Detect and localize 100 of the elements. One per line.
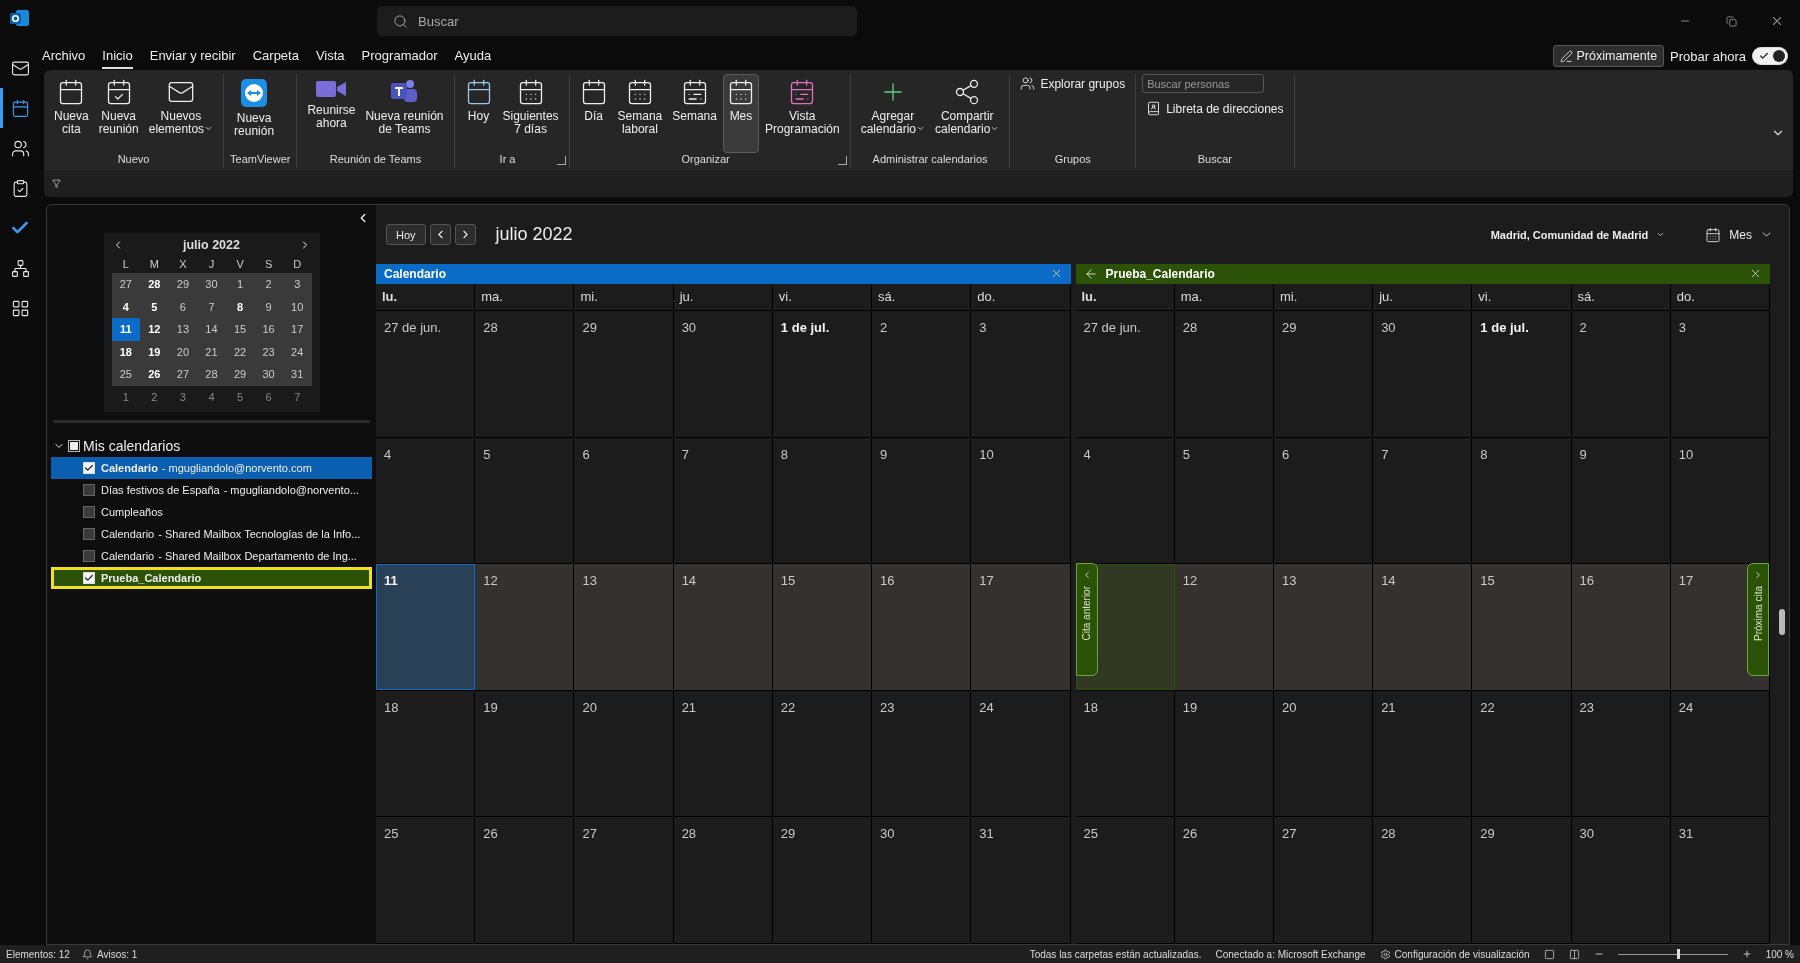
date-cell[interactable]: 3	[168, 385, 198, 408]
day-cell[interactable]: 8	[772, 437, 873, 564]
day-cell[interactable]: 28	[475, 311, 575, 437]
checkbox[interactable]	[68, 440, 80, 452]
day-cell[interactable]: 27 de jun.	[376, 311, 476, 437]
date-cell[interactable]: 15	[225, 318, 255, 341]
day-cell[interactable]: 31	[971, 817, 1071, 943]
day-cell[interactable]: 27	[574, 817, 674, 943]
calendar-list-item[interactable]: Prueba_Calendario	[51, 567, 372, 589]
day-cell[interactable]: 12	[475, 564, 575, 690]
day-cell[interactable]: 26	[475, 817, 575, 943]
day-cell[interactable]: 19	[1174, 690, 1274, 817]
day-cell[interactable]: 14	[673, 564, 773, 690]
close-icon[interactable]	[1749, 267, 1762, 280]
day-cell[interactable]: 22	[772, 690, 873, 817]
day-cell[interactable]: 25	[1075, 817, 1175, 943]
day-cell[interactable]: 6	[574, 437, 674, 564]
day-cell[interactable]: 9	[872, 437, 972, 564]
ribbon-button[interactable]: Mes	[722, 74, 759, 153]
previous-appointment-tab[interactable]: Cita anterior	[1075, 563, 1098, 676]
ribbon-button[interactable]: Semana laboral	[613, 74, 667, 153]
day-cell[interactable]: 27	[1273, 817, 1374, 943]
date-cell[interactable]: 1	[111, 385, 141, 408]
view-dropdown[interactable]: Mes	[1699, 225, 1779, 244]
day-cell[interactable]: 6	[1273, 437, 1374, 564]
day-cell[interactable]: 11	[376, 564, 476, 690]
date-cell[interactable]: 29	[225, 363, 255, 386]
date-cell[interactable]: 10	[282, 295, 312, 318]
date-cell[interactable]: 5	[225, 385, 255, 408]
date-cell[interactable]: 25	[111, 363, 141, 386]
date-cell[interactable]: 4	[197, 385, 226, 408]
date-cell[interactable]: 7	[197, 295, 226, 318]
calendar-list-item[interactable]: Calendario - Shared Mailbox Tecnologías de la Info...	[51, 523, 372, 545]
search-field[interactable]: Buscar personas	[1142, 74, 1265, 93]
ribbon-button[interactable]: Siguientes 7 días	[498, 74, 563, 153]
day-cell[interactable]: 8	[1472, 437, 1572, 564]
day-cell[interactable]: 17 Próxima cita	[1670, 564, 1770, 690]
ribbon-button[interactable]: Semana	[668, 74, 721, 153]
calendar-icon[interactable]	[10, 98, 30, 118]
date-cell[interactable]: 30	[197, 273, 226, 296]
day-cell[interactable]: 18	[376, 690, 476, 817]
toggle-switch[interactable]	[1752, 47, 1788, 65]
date-cell[interactable]: 1	[225, 273, 255, 296]
date-cell[interactable]: 29	[168, 273, 198, 296]
network-icon[interactable]	[10, 258, 30, 278]
ribbon-button[interactable]: Agregar calendario	[856, 74, 930, 153]
day-cell[interactable]: 26	[1174, 817, 1274, 943]
coming-soon-button[interactable]: Próximamente	[1552, 45, 1665, 67]
day-cell[interactable]: 21	[1373, 690, 1473, 817]
dialog-launcher-icon[interactable]	[837, 156, 847, 165]
ribbon-button[interactable]: Explorar grupos	[1016, 74, 1130, 93]
day-cell[interactable]: 30	[1373, 311, 1473, 437]
day-cell[interactable]: 16	[872, 564, 972, 690]
day-cell[interactable]: 17	[971, 564, 1071, 690]
day-cell[interactable]: 10	[971, 437, 1071, 564]
calendar-list-item[interactable]: Días festivos de España - mgugliandolo@norvento...	[51, 479, 372, 501]
day-cell[interactable]: 16	[1571, 564, 1671, 690]
day-cell[interactable]: 29	[1472, 817, 1572, 943]
normal-view-icon[interactable]	[1543, 948, 1555, 960]
date-cell[interactable]: 19	[140, 340, 169, 363]
day-cell[interactable]: 28	[1174, 311, 1274, 437]
date-cell[interactable]: 22	[225, 340, 255, 363]
next-appointment-tab[interactable]: Próxima cita	[1747, 563, 1769, 676]
day-cell[interactable]: 14	[1373, 564, 1473, 690]
date-cell[interactable]: 4	[111, 295, 141, 318]
date-cell[interactable]: 7	[282, 385, 312, 408]
calendar-list-item[interactable]: Calendario - Shared Mailbox Departamento de Ing...	[51, 545, 372, 567]
day-cell[interactable]: 18	[1075, 690, 1175, 817]
day-cell[interactable]: 20	[1273, 690, 1374, 817]
ribbon-button[interactable]: Nueva cita	[50, 74, 93, 153]
date-cell[interactable]: 28	[140, 273, 169, 296]
ribbon-button[interactable]: Compartir calendario	[931, 74, 1004, 153]
dialog-launcher-icon[interactable]	[556, 156, 566, 165]
date-cell[interactable]: 23	[254, 340, 283, 363]
day-cell[interactable]: 19	[475, 690, 575, 817]
date-cell[interactable]: 14	[197, 318, 226, 341]
day-cell[interactable]: 27 de jun.	[1075, 311, 1175, 437]
restore-icon[interactable]	[1725, 15, 1737, 27]
day-cell[interactable]: 30	[673, 311, 773, 437]
day-cell[interactable]: 3	[1670, 311, 1770, 437]
date-cell[interactable]: 20	[168, 340, 198, 363]
day-cell[interactable]: 29	[772, 817, 873, 943]
ribbon-button[interactable]: Reunirse ahora	[303, 74, 360, 153]
scrollbar-thumb[interactable]	[1779, 609, 1785, 635]
date-cell[interactable]: 27	[111, 273, 141, 296]
date-cell[interactable]: 5	[140, 295, 169, 318]
ribbon-button[interactable]: Nueva reunión	[230, 74, 279, 153]
day-cell[interactable]: 5	[1174, 437, 1274, 564]
day-cell[interactable]: 31	[1670, 817, 1770, 943]
ribbon-button[interactable]: Nueva reunión de Teams	[361, 74, 448, 153]
location-dropdown[interactable]: Madrid, Comunidad de Madrid	[1484, 227, 1672, 242]
calendar-list-item[interactable]: Cumpleaños	[51, 501, 372, 523]
people-icon[interactable]	[10, 138, 30, 158]
day-cell[interactable]: 22	[1472, 690, 1572, 817]
date-cell[interactable]: 17	[282, 318, 312, 341]
ribbon-button[interactable]: Vista Programación	[760, 74, 844, 153]
menu-tab[interactable]: Programador	[361, 43, 438, 69]
ribbon-button[interactable]: Día	[575, 74, 612, 153]
date-cell[interactable]: 24	[282, 340, 312, 363]
day-cell[interactable]: 2	[872, 311, 972, 437]
